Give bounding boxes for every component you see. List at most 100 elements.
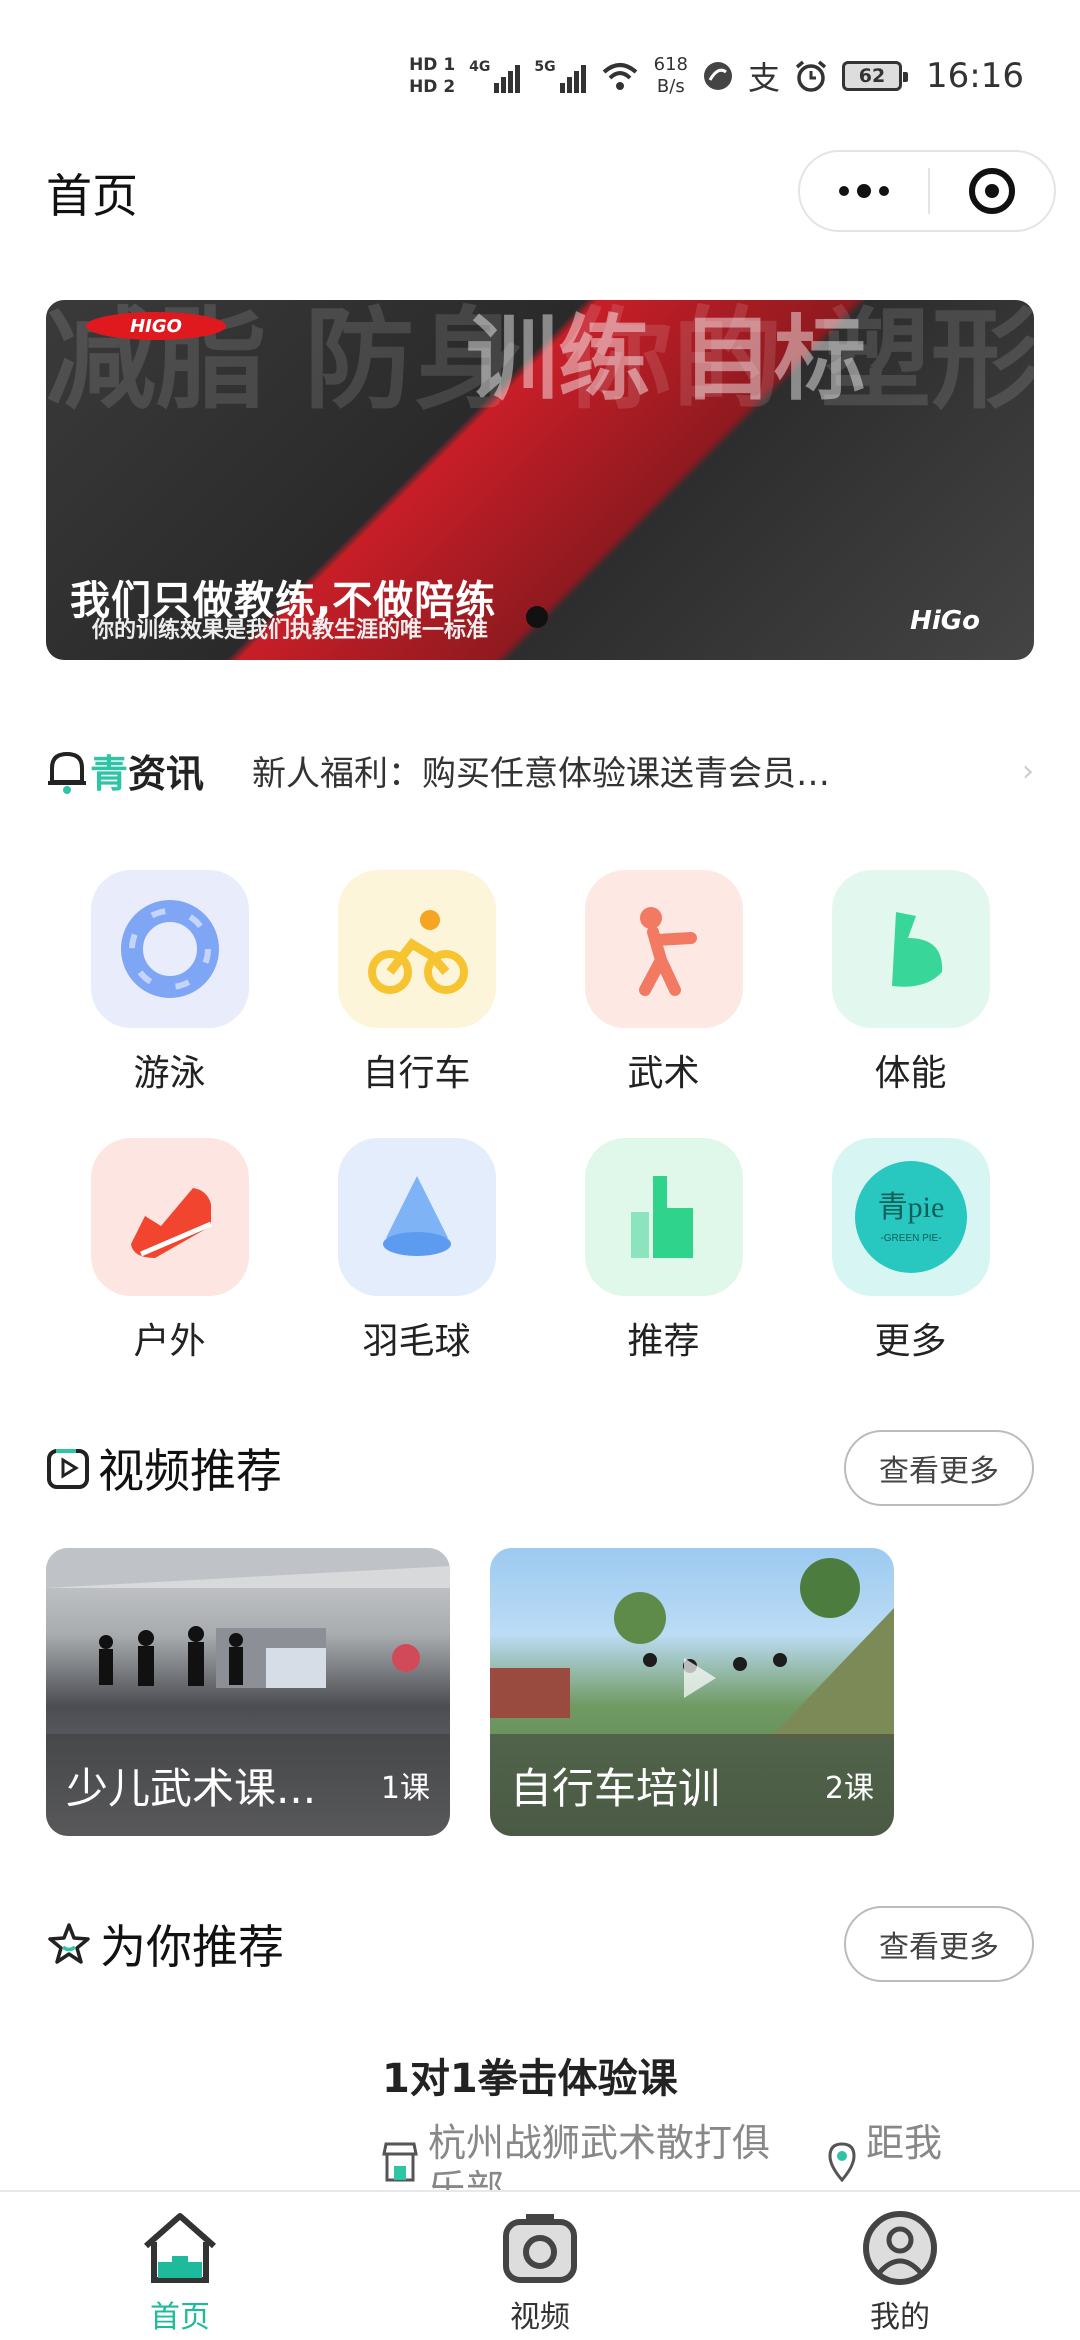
battery-icon: 62	[842, 61, 909, 91]
bicycle-icon	[337, 870, 496, 1028]
camera-icon	[503, 2214, 577, 2283]
distance-label: 距我	[866, 2121, 943, 2165]
category-bicycle[interactable]: 自行车	[293, 870, 540, 1096]
video-title: 自行车培训	[510, 1763, 721, 1813]
shuttlecock-icon	[337, 1138, 496, 1296]
swim-ring-icon	[90, 870, 249, 1028]
svg-text:-GREEN PIE-: -GREEN PIE-	[880, 1233, 941, 1244]
video-lesson-count: 1课	[380, 1771, 430, 1806]
wifi-icon	[602, 63, 637, 90]
video-card[interactable]: 自行车培训 2课	[490, 1548, 894, 1836]
category-label: 自行车	[362, 1053, 471, 1094]
store-icon	[382, 2142, 418, 2182]
category-label: 体能	[874, 1053, 947, 1094]
tab-video[interactable]: 视频	[360, 2192, 720, 2340]
video-section-header: 视频推荐 查看更多	[46, 1430, 1034, 1506]
muscle-icon	[831, 870, 990, 1028]
signal-4g-icon: 4G	[469, 59, 521, 93]
more-menu-button[interactable]	[800, 152, 928, 230]
news-label: 青资讯	[90, 751, 205, 796]
hd-call-indicator: HD 1 HD 2	[409, 54, 455, 98]
category-martial-arts[interactable]: 武术	[540, 870, 787, 1096]
star-icon	[48, 1923, 90, 1964]
banner-subtitle: 你的训练效果是我们执教生涯的唯一标准	[92, 618, 489, 643]
video-card[interactable]: 少儿武术课... 1课	[46, 1548, 450, 1836]
tab-bar: 首页 视频 我的	[0, 2190, 1080, 2340]
chevron-right-icon: ›	[1022, 754, 1034, 789]
category-badminton[interactable]: 羽毛球	[293, 1138, 540, 1364]
section-title: 视频推荐	[98, 1444, 282, 1498]
category-outdoor[interactable]: 户外	[46, 1138, 293, 1364]
page-title: 首页	[46, 169, 138, 223]
venue-name: 杭州战狮武术散打俱乐部	[428, 2121, 771, 2190]
recommend-view-more-button[interactable]: 查看更多	[844, 1906, 1034, 1982]
category-swim[interactable]: 游泳	[46, 870, 293, 1096]
category-label: 羽毛球	[362, 1321, 471, 1362]
greenpie-logo-icon: 青pie -GREEN PIE-	[831, 1138, 990, 1296]
net1-label: 4G	[469, 59, 491, 75]
video-lesson-count: 2课	[824, 1771, 874, 1806]
sneaker-icon	[90, 1138, 249, 1296]
tab-profile[interactable]: 我的	[720, 2192, 1080, 2340]
alarm-icon	[795, 60, 827, 92]
hd2-label: HD 2	[409, 77, 456, 97]
thumbs-up-icon	[584, 1138, 743, 1296]
course-distance: 距我	[828, 2120, 942, 2190]
category-label: 游泳	[133, 1053, 206, 1094]
speed-value: 618	[653, 54, 688, 75]
tab-label: 首页	[150, 2300, 210, 2335]
location-pin-icon	[828, 2142, 856, 2182]
tab-label: 视频	[510, 2300, 570, 2335]
carousel-indicator[interactable]	[526, 606, 548, 628]
target-icon	[969, 168, 1015, 214]
video-view-more-button[interactable]: 查看更多	[844, 1430, 1034, 1506]
category-label: 武术	[627, 1053, 700, 1094]
cycling-class-thumbnail	[490, 1558, 894, 1738]
user-avatar-icon	[863, 2211, 937, 2285]
app-notification-icon	[704, 62, 732, 90]
miniprogram-capsule	[798, 150, 1056, 232]
category-fitness[interactable]: 体能	[787, 870, 1034, 1096]
network-speed: 618 B/s	[654, 54, 688, 98]
net2-label: 5G	[534, 59, 556, 75]
course-venue: 杭州战狮武术散打俱乐部	[382, 2120, 802, 2190]
status-indicators: HD 1 HD 2 4G 5G 618 B/s 支 62 16:16	[409, 46, 1024, 106]
recommend-section-header: 为你推荐 查看更多	[46, 1906, 1034, 1982]
category-label: 户外	[133, 1321, 206, 1362]
dot-icon	[839, 186, 849, 196]
category-recommend[interactable]: 推荐	[540, 1138, 787, 1364]
bell-icon	[48, 751, 86, 794]
hd1-label: HD 1	[409, 55, 456, 75]
battery-level: 62	[858, 65, 886, 87]
news-ticker[interactable]: 青资讯 新人福利：购买任意体验课送青会员… ›	[46, 740, 1034, 800]
close-miniprogram-button[interactable]	[930, 168, 1054, 214]
status-bar: HD 1 HD 2 4G 5G 618 B/s 支 62 16:16	[0, 0, 1080, 140]
category-label: 更多	[874, 1321, 947, 1362]
svg-text:青pie: 青pie	[877, 1191, 944, 1224]
banner-headline: 训练 目标	[466, 306, 867, 413]
section-title: 为你推荐	[100, 1920, 284, 1974]
news-text: 新人福利：购买任意体验课送青会员…	[252, 753, 831, 794]
category-grid: 游泳 自行车 武术 体能 户外 羽毛球 推荐 青pie -GREEN PIE- …	[46, 870, 1034, 1364]
video-caption: 自行车培训 2课	[490, 1734, 894, 1836]
video-title: 少儿武术课...	[66, 1763, 317, 1813]
course-title[interactable]: 1对1拳击体验课	[382, 2046, 678, 2104]
category-label: 推荐	[627, 1321, 700, 1362]
home-icon	[144, 2213, 216, 2283]
speed-unit: B/s	[656, 76, 685, 97]
signal-5g-icon: 5G	[534, 59, 586, 93]
video-caption: 少儿武术课... 1课	[46, 1734, 450, 1836]
martial-class-thumbnail	[46, 1548, 450, 1688]
tab-home[interactable]: 首页	[0, 2192, 360, 2340]
promo-banner[interactable]: 减脂 防身 你的 塑形 训练 目标 HIGO 我们只做教练,不做陪练 你的训练效…	[46, 300, 1034, 660]
dot-icon	[857, 184, 871, 198]
martial-arts-icon	[584, 870, 743, 1028]
category-more[interactable]: 青pie -GREEN PIE- 更多	[787, 1138, 1034, 1364]
dot-icon	[879, 186, 889, 196]
clock: 16:16	[926, 56, 1024, 96]
video-play-icon	[47, 1449, 89, 1489]
banner-logo: HIGO	[86, 312, 226, 340]
alipay-icon: 支	[748, 59, 781, 97]
tab-label: 我的	[870, 2300, 930, 2335]
banner-brand: HiGo	[910, 606, 980, 636]
